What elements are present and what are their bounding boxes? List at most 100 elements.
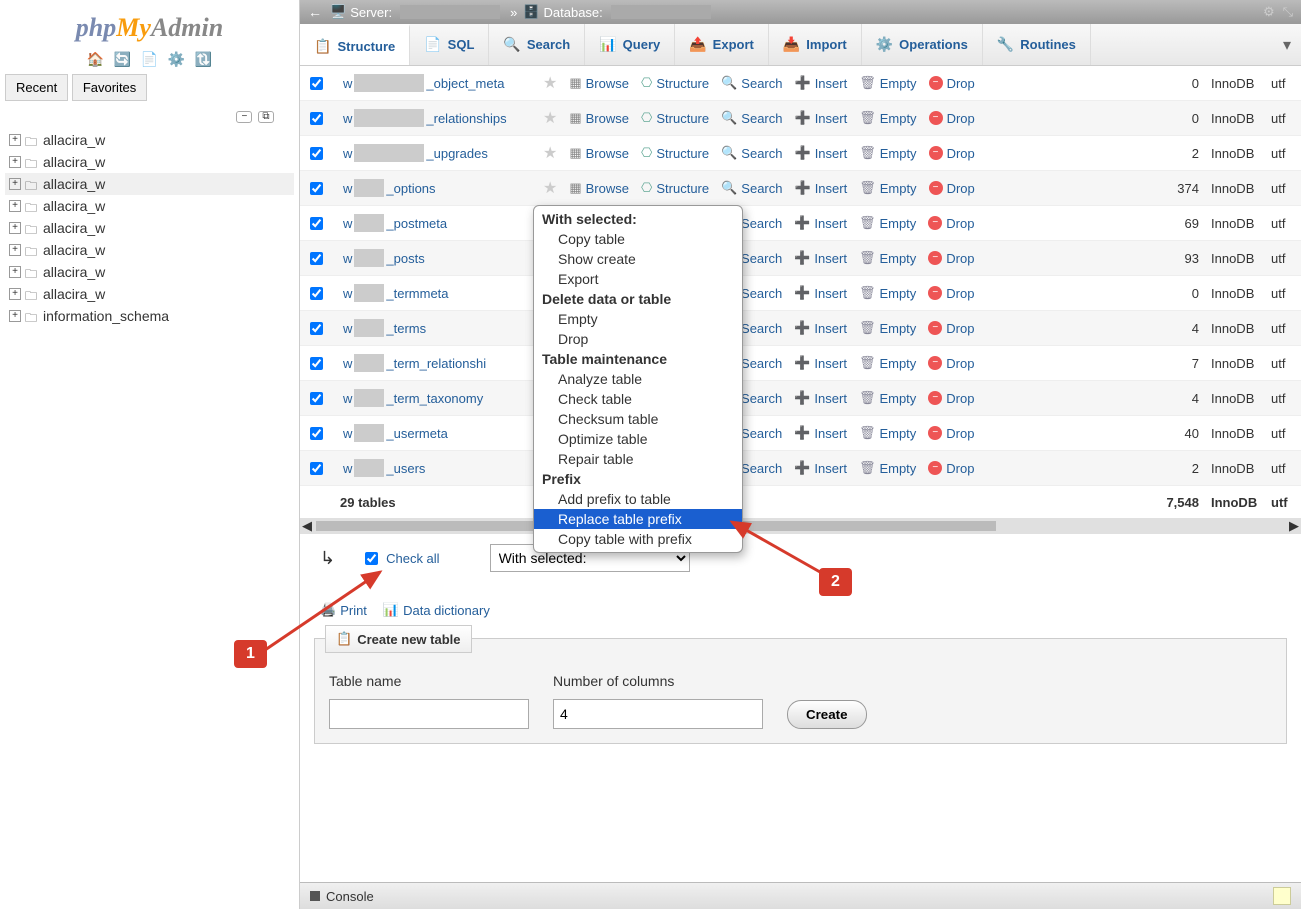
browse-action[interactable]: ▦Browse	[569, 145, 629, 161]
drop-action[interactable]: −Drop	[928, 286, 974, 301]
insert-action[interactable]: ➕Insert	[794, 285, 847, 301]
row-checkbox[interactable]	[310, 322, 323, 335]
expand-icon[interactable]: +	[9, 288, 21, 300]
tree-item[interactable]: +🗀allacira_w	[5, 173, 294, 195]
menu-drop[interactable]: Drop	[534, 329, 742, 349]
tab-search[interactable]: 🔍Search	[489, 24, 585, 65]
recent-button[interactable]: Recent	[5, 74, 68, 101]
row-checkbox[interactable]	[310, 287, 323, 300]
num-columns-input[interactable]	[553, 699, 763, 729]
search-action[interactable]: 🔍Search	[721, 180, 782, 196]
empty-action[interactable]: 🗑Empty	[859, 460, 916, 476]
tree-item[interactable]: +🗀allacira_w	[5, 217, 294, 239]
table-name[interactable]: w_object_meta	[343, 74, 543, 92]
insert-action[interactable]: ➕Insert	[794, 215, 847, 231]
tree-item[interactable]: +🗀allacira_w	[5, 283, 294, 305]
horizontal-scrollbar[interactable]: ◀ ▶	[300, 518, 1301, 534]
tree-item[interactable]: +🗀allacira_w	[5, 195, 294, 217]
expand-icon[interactable]: +	[9, 244, 21, 256]
table-name[interactable]: w_term_relationshi	[343, 354, 543, 372]
collapse-icon[interactable]: −	[236, 111, 252, 123]
table-name[interactable]: w_postmeta	[343, 214, 543, 232]
empty-action[interactable]: 🗑Empty	[859, 145, 916, 161]
drop-action[interactable]: −Drop	[928, 251, 974, 266]
check-all-checkbox[interactable]	[365, 552, 378, 565]
expand-icon[interactable]: +	[9, 310, 21, 322]
menu-empty[interactable]: Empty	[534, 309, 742, 329]
data-dictionary-link[interactable]: 📊Data dictionary	[383, 602, 490, 618]
menu-copy-table[interactable]: Copy table	[534, 229, 742, 249]
browse-action[interactable]: ▦Browse	[569, 180, 629, 196]
empty-action[interactable]: 🗑Empty	[859, 285, 916, 301]
scroll-left-icon[interactable]: ◀	[300, 518, 314, 534]
empty-action[interactable]: 🗑Empty	[859, 180, 916, 196]
drop-action[interactable]: −Drop	[928, 426, 974, 441]
row-checkbox[interactable]	[310, 217, 323, 230]
tab-sql[interactable]: 📄SQL	[410, 24, 489, 65]
home-icon[interactable]: 🏠	[87, 51, 104, 67]
menu-copy-with-prefix[interactable]: Copy table with prefix	[534, 529, 742, 549]
empty-action[interactable]: 🗑Empty	[859, 110, 916, 126]
create-button[interactable]: Create	[787, 700, 867, 729]
insert-action[interactable]: ➕Insert	[794, 460, 847, 476]
tree-item[interactable]: +🗀allacira_w	[5, 151, 294, 173]
tree-item[interactable]: +🗀allacira_w	[5, 239, 294, 261]
empty-action[interactable]: 🗑Empty	[859, 215, 916, 231]
docs-icon[interactable]: 📄	[141, 51, 158, 67]
tree-item[interactable]: +🗀allacira_w	[5, 129, 294, 151]
drop-action[interactable]: −Drop	[929, 76, 975, 91]
expand-icon[interactable]: +	[9, 156, 21, 168]
drop-action[interactable]: −Drop	[928, 461, 974, 476]
more-tabs-icon[interactable]: ▾	[1273, 35, 1301, 55]
menu-show-create[interactable]: Show create	[534, 249, 742, 269]
empty-action[interactable]: 🗑Empty	[859, 355, 916, 371]
row-checkbox[interactable]	[310, 182, 323, 195]
drop-action[interactable]: −Drop	[928, 321, 974, 336]
favorite-icon[interactable]: ★	[543, 143, 557, 163]
empty-action[interactable]: 🗑Empty	[859, 320, 916, 336]
favorite-icon[interactable]: ★	[543, 73, 557, 93]
menu-checksum[interactable]: Checksum table	[534, 409, 742, 429]
search-action[interactable]: 🔍Search	[721, 110, 782, 126]
tab-export[interactable]: 📤Export	[675, 24, 769, 65]
favorite-icon[interactable]: ★	[543, 108, 557, 128]
empty-action[interactable]: 🗑Empty	[859, 390, 916, 406]
table-name[interactable]: w_upgrades	[343, 144, 543, 162]
favorites-button[interactable]: Favorites	[72, 74, 147, 101]
gear-icon[interactable]: ⚙	[1263, 4, 1275, 20]
table-name[interactable]: w_termmeta	[343, 284, 543, 302]
insert-action[interactable]: ➕Insert	[794, 390, 847, 406]
insert-action[interactable]: ➕Insert	[794, 425, 847, 441]
row-checkbox[interactable]	[310, 112, 323, 125]
table-name[interactable]: w_users	[343, 459, 543, 477]
drop-action[interactable]: −Drop	[928, 391, 974, 406]
empty-action[interactable]: 🗑Empty	[859, 75, 916, 91]
expand-icon[interactable]: +	[9, 178, 21, 190]
note-icon[interactable]	[1273, 887, 1291, 905]
scroll-right-icon[interactable]: ▶	[1287, 518, 1301, 534]
insert-action[interactable]: ➕Insert	[794, 250, 847, 266]
refresh-icon[interactable]: 🔃	[195, 51, 212, 67]
print-link[interactable]: 🖨️Print	[320, 602, 367, 618]
drop-action[interactable]: −Drop	[928, 356, 974, 371]
favorite-icon[interactable]: ★	[543, 178, 557, 198]
structure-action[interactable]: ⎔Structure	[641, 75, 709, 91]
insert-action[interactable]: ➕Insert	[795, 145, 848, 161]
search-action[interactable]: 🔍Search	[721, 75, 782, 91]
settings-icon[interactable]: ⚙️	[168, 51, 185, 67]
row-checkbox[interactable]	[310, 427, 323, 440]
browse-action[interactable]: ▦Browse	[569, 110, 629, 126]
structure-action[interactable]: ⎔Structure	[641, 180, 709, 196]
table-name[interactable]: w_usermeta	[343, 424, 543, 442]
menu-optimize[interactable]: Optimize table	[534, 429, 742, 449]
table-name[interactable]: w_posts	[343, 249, 543, 267]
table-name[interactable]: w_term_taxonomy	[343, 389, 543, 407]
menu-add-prefix[interactable]: Add prefix to table	[534, 489, 742, 509]
drop-action[interactable]: −Drop	[929, 181, 975, 196]
check-all-label[interactable]: Check all	[386, 551, 439, 566]
tab-import[interactable]: 📥Import	[769, 24, 862, 65]
tab-structure[interactable]: 📋Structure	[300, 24, 410, 65]
drop-action[interactable]: −Drop	[929, 146, 975, 161]
expand-icon[interactable]: +	[9, 222, 21, 234]
drop-action[interactable]: −Drop	[928, 216, 974, 231]
